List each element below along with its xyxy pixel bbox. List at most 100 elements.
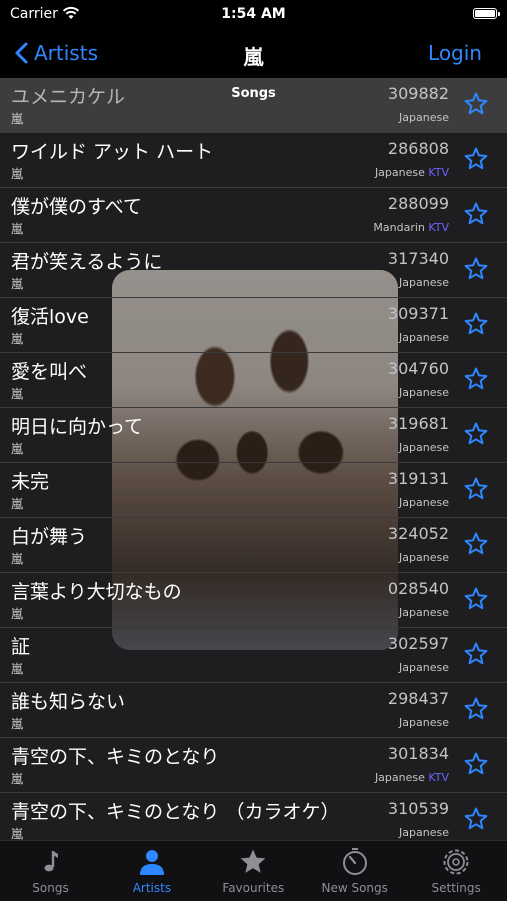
song-list[interactable]: Songs ユメニカケル嵐 309882 Japanese ワイルド アット ハート嵐… (0, 78, 507, 840)
ktv-badge: KTV (428, 166, 449, 179)
list-item[interactable]: 愛を叫べ嵐 304760 Japanese (0, 353, 507, 408)
tab-new-songs[interactable]: New Songs (304, 847, 405, 895)
star-icon[interactable] (463, 586, 489, 612)
star-icon[interactable] (463, 696, 489, 722)
song-code: 302597 (387, 634, 449, 653)
song-language: Japanese (399, 276, 449, 289)
song-artist: 嵐 (11, 277, 24, 291)
star-icon[interactable] (463, 476, 489, 502)
navigation-bar: Artists 嵐 Login (0, 30, 507, 78)
song-code: 304760 (387, 359, 449, 378)
star-icon[interactable] (463, 531, 489, 557)
tab-label: Artists (132, 881, 172, 895)
song-code: 301834 (387, 744, 449, 763)
song-language: Japanese (399, 496, 449, 509)
song-language: Japanese (399, 826, 449, 839)
song-code: 309371 (387, 304, 449, 323)
music-note-icon (44, 851, 58, 872)
song-title: ワイルド アット ハート (11, 141, 214, 163)
song-title: 明日に向かって (11, 416, 144, 438)
song-code: 324052 (387, 524, 449, 543)
star-icon[interactable] (463, 366, 489, 392)
tab-songs[interactable]: Songs (0, 847, 101, 895)
song-title: 愛を叫べ (11, 361, 88, 383)
song-language: Japanese (399, 386, 449, 399)
song-artist: 嵐 (11, 222, 24, 236)
list-item[interactable]: 白が舞う嵐 324052 Japanese (0, 518, 507, 573)
list-item[interactable]: 明日に向かって嵐 319681 Japanese (0, 408, 507, 463)
list-item[interactable]: 復活love 嵐 309371 Japanese (0, 298, 507, 353)
star-icon[interactable] (463, 201, 489, 227)
song-artist: 嵐 (11, 497, 24, 511)
song-language: Japanese (399, 441, 449, 454)
song-title: 僕が僕のすべて (11, 196, 142, 218)
list-item[interactable]: 証嵐 302597 Japanese (0, 628, 507, 683)
song-language-line: Japanese (399, 441, 449, 454)
song-code: 310539 (387, 799, 449, 818)
song-title: 復活love (11, 306, 89, 328)
list-item[interactable]: 僕が僕のすべて嵐 288099 Mandarin KTV (0, 188, 507, 243)
list-item[interactable]: 誰も知らない嵐 298437 Japanese (0, 683, 507, 738)
song-code: 028540 (387, 579, 449, 598)
battery-icon (473, 8, 500, 19)
song-code: 298437 (387, 689, 449, 708)
song-language: Japanese (399, 331, 449, 344)
song-language: Japanese (374, 166, 425, 179)
song-language-line: Japanese KTV (375, 771, 449, 784)
list-item[interactable]: 青空の下、キミのとなり嵐 301834 Japanese KTV (0, 738, 507, 793)
song-code: 286808 (387, 139, 449, 158)
song-title: 青空の下、キミのとなり (11, 746, 220, 768)
list-item[interactable]: 言葉より大切なもの嵐 028540 Japanese (0, 573, 507, 628)
song-language: Japanese (399, 551, 449, 564)
tab-settings[interactable]: Settings (406, 847, 507, 895)
song-language: Japanese (399, 111, 449, 124)
song-language-line: Japanese (399, 826, 449, 839)
tab-label: Favourites (222, 881, 285, 895)
star-icon[interactable] (463, 421, 489, 447)
song-language-line: Japanese (399, 496, 449, 509)
status-bar: Carrier 1:54 AM (0, 0, 507, 30)
ktv-badge: KTV (428, 771, 449, 784)
song-language-line: Japanese (399, 276, 449, 289)
song-artist: 嵐 (11, 772, 24, 786)
song-artist: 嵐 (11, 332, 24, 346)
login-button[interactable]: Login (428, 41, 482, 65)
list-item[interactable]: ワイルド アット ハート嵐 286808 Japanese KTV (0, 133, 507, 188)
song-artist: 嵐 (11, 112, 24, 126)
song-language-line: Mandarin KTV (373, 221, 449, 234)
tab-artists[interactable]: Artists (101, 847, 202, 895)
list-item[interactable]: 青空の下、キミのとなり （カラオケ） 嵐 310539 Japanese (0, 793, 507, 840)
song-language-line: Japanese (399, 386, 449, 399)
song-title: 証 (11, 636, 31, 658)
list-item[interactable]: 未完嵐 319131 Japanese (0, 463, 507, 518)
status-time: 1:54 AM (221, 6, 286, 22)
star-icon[interactable] (463, 751, 489, 777)
section-header-songs: Songs (231, 86, 276, 101)
stopwatch-icon (342, 848, 367, 875)
song-artist: 嵐 (11, 717, 24, 731)
ktv-badge: KTV (428, 221, 449, 234)
song-title: 君が笑えるように (11, 251, 163, 273)
gear-icon (443, 849, 469, 875)
song-language-line: Japanese (399, 551, 449, 564)
song-title: 白が舞う (11, 526, 88, 548)
tab-bar: Songs Artists Favourites New Songs Settings (0, 840, 507, 901)
star-icon (240, 849, 266, 873)
song-artist: 嵐 (11, 442, 24, 456)
star-icon[interactable] (463, 256, 489, 282)
song-language-line: Japanese (399, 716, 449, 729)
person-icon (139, 850, 164, 875)
song-code: 319131 (387, 469, 449, 488)
tab-label: Settings (431, 881, 481, 895)
song-language: Japanese (399, 716, 449, 729)
song-title: 青空の下、キミのとなり （カラオケ） (11, 801, 340, 823)
star-icon[interactable] (463, 146, 489, 172)
song-title: 言葉より大切なもの (11, 581, 182, 603)
song-code: 317340 (387, 249, 449, 268)
tab-favourites[interactable]: Favourites (203, 847, 304, 895)
list-item[interactable]: 君が笑えるように嵐 317340 Japanese (0, 243, 507, 298)
song-artist: 嵐 (11, 827, 24, 840)
star-icon[interactable] (463, 311, 489, 337)
star-icon[interactable] (463, 641, 489, 667)
star-icon[interactable] (463, 806, 489, 832)
